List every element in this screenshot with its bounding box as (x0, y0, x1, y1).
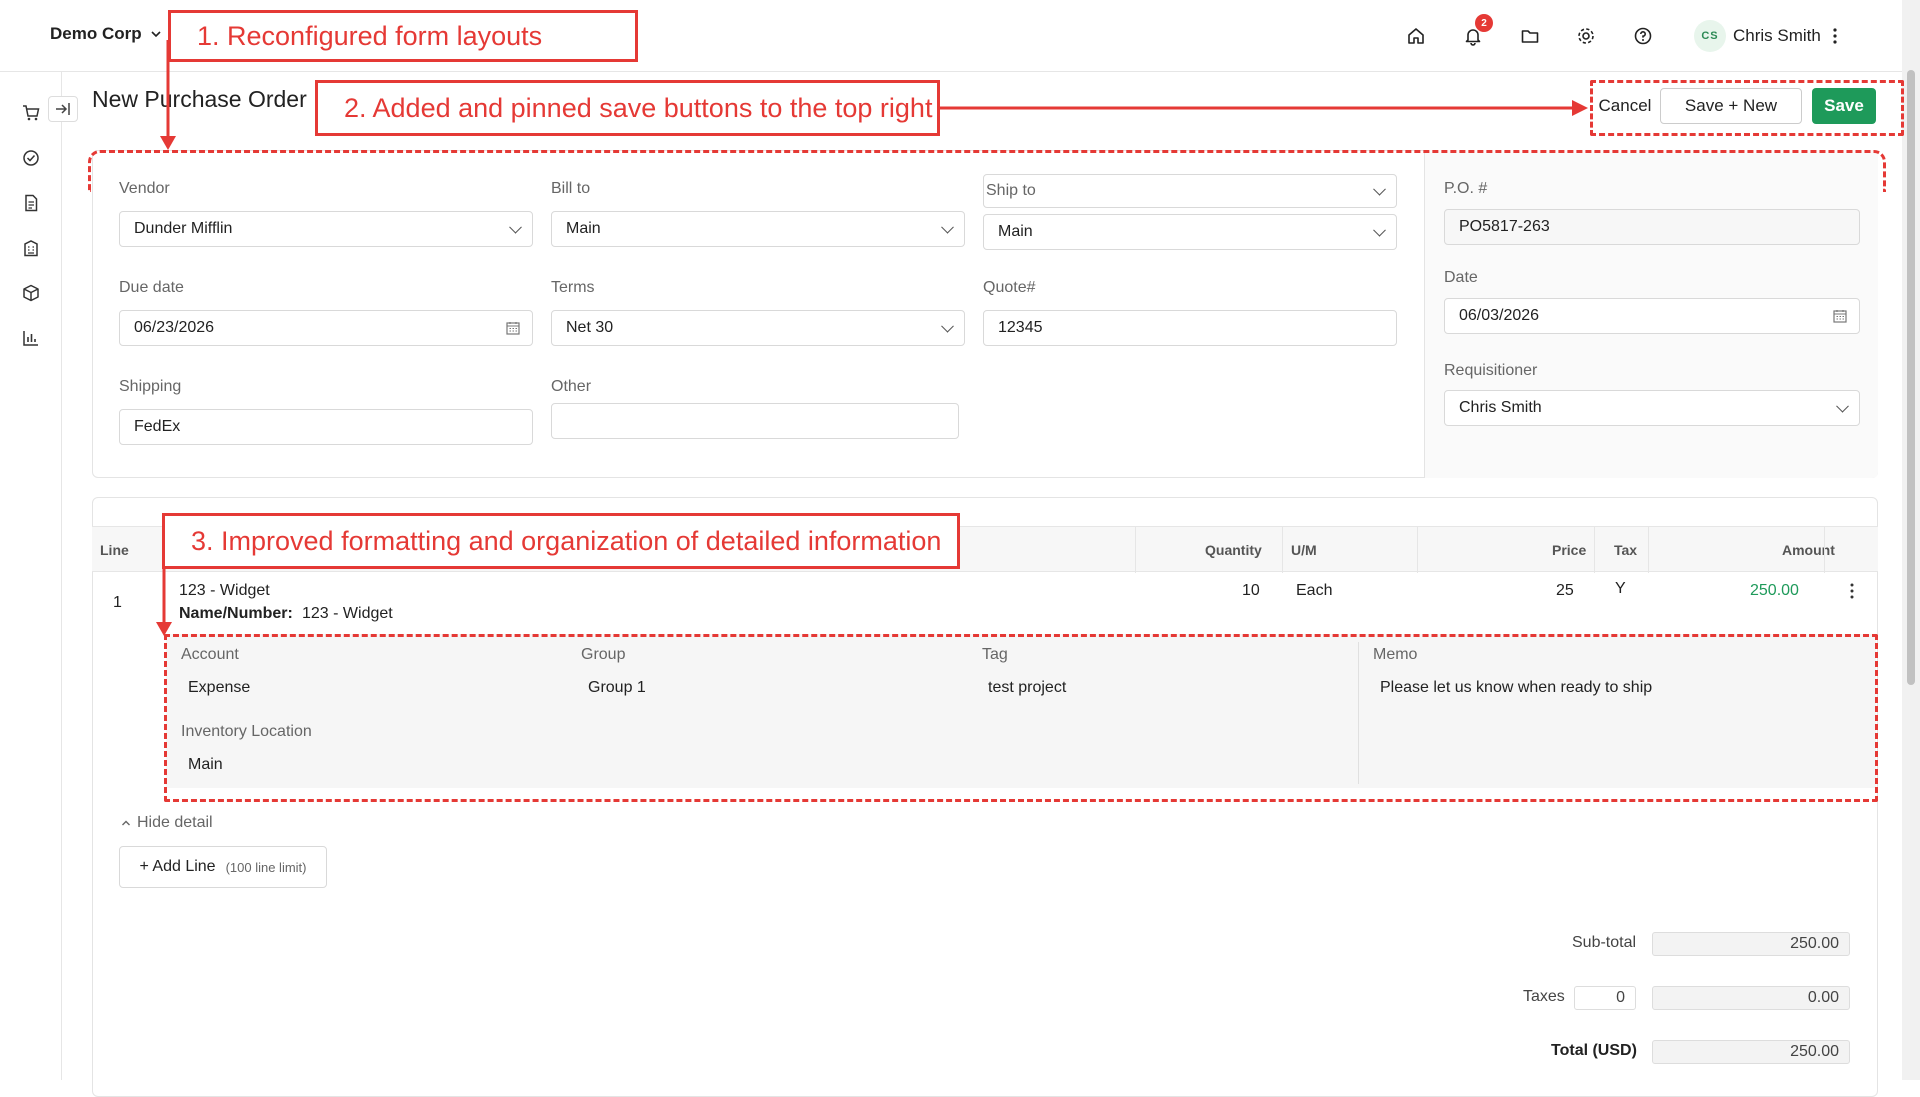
annotation-arrows (156, 40, 1588, 636)
